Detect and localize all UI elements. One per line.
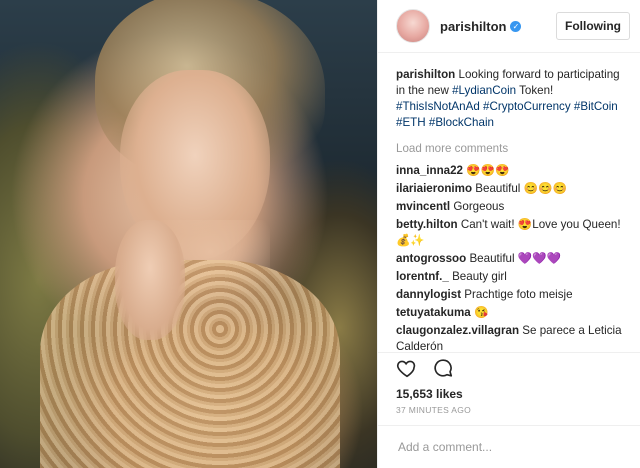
comment-author[interactable]: mvincentl bbox=[396, 200, 450, 213]
hashtag-link[interactable]: #ETH bbox=[396, 116, 426, 129]
comment: inna_inna22 😍😍😍 bbox=[396, 163, 622, 179]
action-bar bbox=[378, 352, 640, 387]
comment: antogrossoo Beautiful 💜💜💜 bbox=[396, 251, 622, 267]
comment-author[interactable]: inna_inna22 bbox=[396, 164, 463, 177]
comment-author[interactable]: ilariaieronimo bbox=[396, 182, 472, 195]
comment-author[interactable]: tetuyatakuma bbox=[396, 306, 471, 319]
hashtag-link[interactable]: #ThisIsNotAnAd bbox=[396, 100, 480, 113]
comment-text: 😘 bbox=[473, 306, 489, 319]
verified-badge-icon: ✓ bbox=[510, 20, 522, 32]
comment-text: 😍😍😍 bbox=[466, 164, 510, 177]
comment: tetuyatakuma 😘 bbox=[396, 305, 622, 321]
comment-author[interactable]: betty.hilton bbox=[396, 218, 458, 231]
comment-author[interactable]: antogrossoo bbox=[396, 252, 466, 265]
comment-text: Beautiful 💜💜💜 bbox=[469, 252, 562, 265]
comment-text: Gorgeous bbox=[453, 200, 505, 213]
comment: mvincentl Gorgeous bbox=[396, 199, 622, 215]
comment-author[interactable]: claugonzalez.villagran bbox=[396, 324, 519, 337]
comment-text: Beauty girl bbox=[452, 270, 507, 283]
add-comment-bar bbox=[378, 425, 640, 468]
comment: claugonzalez.villagran Se parece a Letic… bbox=[396, 323, 622, 352]
instagram-post: parishilton ✓ Following parishilton Look… bbox=[0, 0, 640, 468]
comment-text: Prachtige foto meisje bbox=[464, 288, 573, 301]
comment: lorentnf._ Beauty girl bbox=[396, 269, 622, 285]
heart-icon[interactable] bbox=[396, 357, 418, 384]
comment: betty.hilton Can't wait! 😍Love you Queen… bbox=[396, 217, 622, 249]
comment-text: Beautiful 😊😊😊 bbox=[475, 182, 567, 195]
comments-section: parishilton Looking forward to participa… bbox=[378, 53, 640, 352]
post-photo[interactable] bbox=[0, 0, 377, 468]
post-timestamp[interactable]: 37 MINUTES AGO bbox=[378, 401, 640, 415]
comment: dannylogist Prachtige foto meisje bbox=[396, 287, 622, 303]
comment-input[interactable] bbox=[396, 439, 622, 455]
hashtag-link[interactable]: #BlockChain bbox=[429, 116, 494, 129]
post-header: parishilton ✓ Following bbox=[378, 0, 640, 53]
hashtag-link[interactable]: #CryptoCurrency bbox=[483, 100, 571, 113]
caption: parishilton Looking forward to participa… bbox=[396, 67, 622, 131]
post-sidebar: parishilton ✓ Following parishilton Look… bbox=[377, 0, 640, 468]
photo-dress bbox=[40, 260, 340, 468]
caption-text: Token! bbox=[516, 84, 554, 97]
comment: ilariaieronimo Beautiful 😊😊😊 bbox=[396, 181, 622, 197]
caption-author[interactable]: parishilton bbox=[396, 68, 455, 81]
speech-bubble-icon[interactable] bbox=[432, 357, 454, 384]
like-count[interactable]: 15,653 likes bbox=[378, 387, 640, 401]
avatar[interactable] bbox=[396, 9, 430, 43]
comment-author[interactable]: lorentnf._ bbox=[396, 270, 449, 283]
header-username[interactable]: parishilton bbox=[440, 19, 506, 34]
following-button[interactable]: Following bbox=[556, 12, 630, 40]
comment-author[interactable]: dannylogist bbox=[396, 288, 461, 301]
hashtag-link[interactable]: #BitCoin bbox=[574, 100, 618, 113]
load-more-comments-link[interactable]: Load more comments bbox=[396, 141, 622, 157]
hashtag-link[interactable]: #LydianCoin bbox=[452, 84, 516, 97]
photo-hand bbox=[115, 220, 185, 340]
